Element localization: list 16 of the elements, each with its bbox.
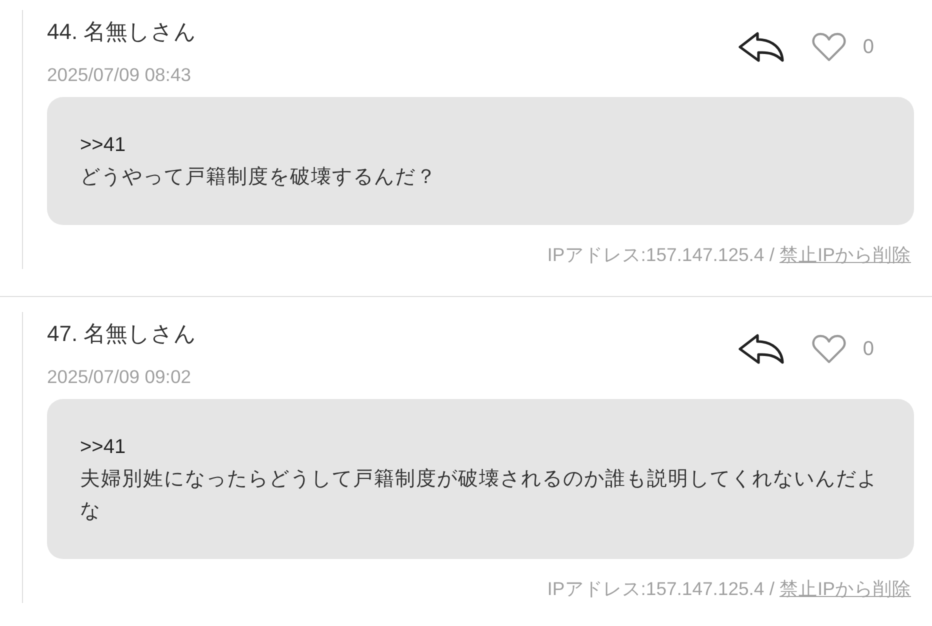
like-count: 0 <box>862 35 874 60</box>
like-count: 0 <box>862 337 874 362</box>
quote-link[interactable]: >>41 <box>80 431 126 463</box>
post-date: 2025/07/09 09:02 <box>47 365 192 389</box>
quote-link[interactable]: >>41 <box>80 129 126 161</box>
heart-icon[interactable] <box>812 32 846 62</box>
post-title: 47. 名無しさん <box>47 320 197 348</box>
post-text: どうやって戸籍制度を破壊するんだ？ <box>80 165 438 190</box>
ip-address-text: IPアドレス:157.147.125.4 / <box>547 243 775 267</box>
post-date: 2025/07/09 08:43 <box>47 63 192 87</box>
ip-address-text: IPアドレス:157.147.125.4 / <box>547 577 775 601</box>
reply-icon[interactable] <box>738 334 784 364</box>
heart-icon[interactable] <box>812 334 846 364</box>
post-text: 夫婦別姓になったらどうして戸籍制度が破壊されるのか誰も説明してくれないんだよな <box>80 467 879 524</box>
post-title: 44. 名無しさん <box>47 18 197 46</box>
reply-icon[interactable] <box>738 32 784 62</box>
